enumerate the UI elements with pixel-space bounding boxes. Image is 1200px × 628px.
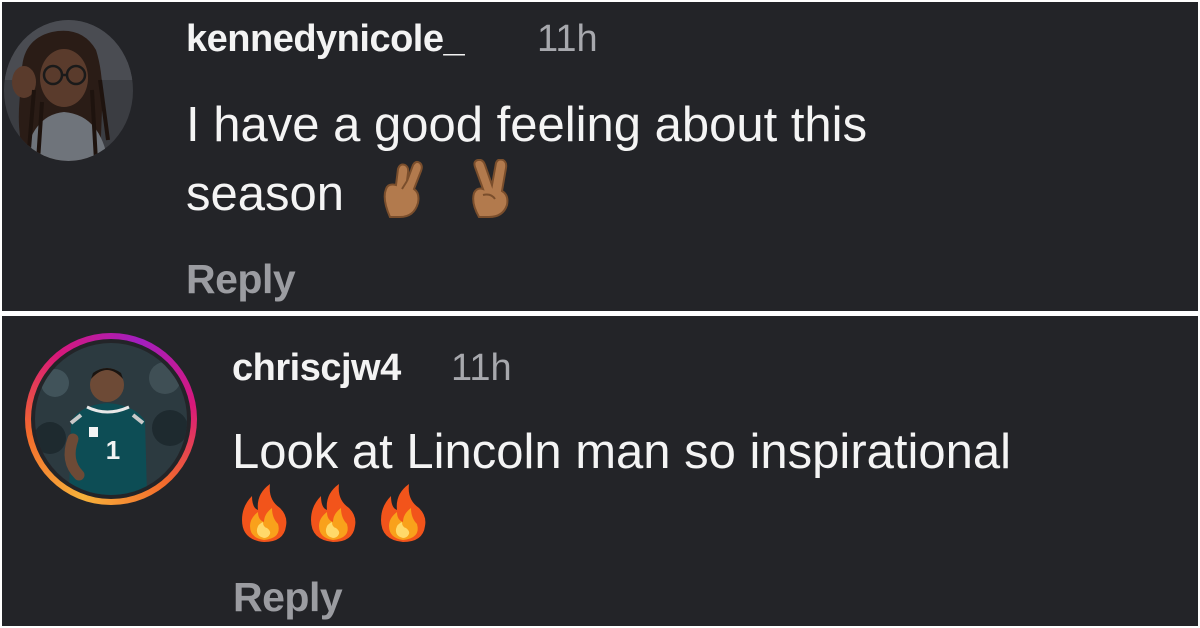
- crossed-fingers-icon: [378, 159, 428, 235]
- avatar-photo: [4, 20, 133, 161]
- comment-text-line: I have a good feeling about this: [186, 98, 868, 152]
- comment-text-line: Look at Lincoln man so inspirational: [232, 425, 1012, 479]
- comment-item: 1 chriscjw4 11h Look at Lincoln man so i…: [2, 316, 1198, 626]
- comment-username[interactable]: chriscjw4: [232, 347, 401, 390]
- comment-timestamp: 11h: [537, 18, 598, 60]
- comment-text-word: season: [186, 166, 345, 221]
- avatar[interactable]: 1: [35, 343, 187, 495]
- fire-icon: [236, 482, 292, 549]
- story-ring[interactable]: 1: [25, 333, 197, 505]
- avatar[interactable]: [4, 20, 133, 161]
- comment-text-line-2: season: [186, 158, 515, 235]
- fire-icon: [305, 482, 361, 549]
- comment-item: kennedynicole_ 11h I have a good feeling…: [2, 2, 1198, 311]
- jersey-number: 1: [106, 435, 120, 465]
- avatar-photo: 1: [35, 343, 187, 495]
- victory-hand-icon: [465, 158, 515, 235]
- comment-timestamp: 11h: [451, 347, 512, 389]
- comment-username[interactable]: kennedynicole_: [186, 18, 465, 61]
- fire-icon: [375, 482, 431, 549]
- reply-button[interactable]: Reply: [233, 574, 343, 621]
- reply-button[interactable]: Reply: [186, 256, 296, 303]
- emoji-row: [236, 482, 431, 549]
